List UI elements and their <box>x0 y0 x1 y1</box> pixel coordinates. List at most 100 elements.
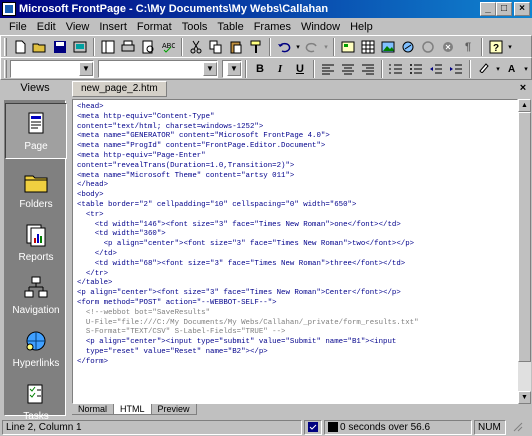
code-line[interactable]: <td width="68"><font size="3" face="Time… <box>77 260 513 270</box>
show-all-icon[interactable]: ¶ <box>458 38 478 56</box>
increase-indent-icon[interactable] <box>446 60 466 78</box>
open-folder-icon[interactable] <box>30 38 50 56</box>
code-line[interactable]: <body> <box>77 191 513 201</box>
code-line[interactable]: <table border="2" cellpadding="10" cells… <box>77 201 513 211</box>
code-line[interactable]: <p align="center"><input type="submit" v… <box>77 338 513 348</box>
publish-web-icon[interactable] <box>70 38 90 56</box>
format-painter-icon[interactable] <box>246 38 266 56</box>
html-code-editor[interactable]: <head> <meta http-equiv="Content-Type" con… <box>72 99 518 404</box>
toolbar-grip[interactable] <box>4 37 7 56</box>
highlight-dropdown-icon[interactable]: ▾ <box>494 60 502 78</box>
redo-dropdown-icon[interactable]: ▾ <box>322 38 330 56</box>
code-line[interactable]: <meta name="ProgId" content="FrontPage.E… <box>77 142 513 152</box>
chevron-down-icon[interactable]: ▼ <box>227 61 241 76</box>
save-icon[interactable] <box>50 38 70 56</box>
view-navigation[interactable]: Navigation <box>5 267 67 323</box>
code-line[interactable]: <meta http-equiv="Page-Enter" <box>77 152 513 162</box>
code-line[interactable]: <form method="POST" action="--WEBBOT-SEL… <box>77 299 513 309</box>
font-color-dropdown-icon[interactable]: ▾ <box>522 60 530 78</box>
document-tab[interactable]: new_page_2.htm <box>72 81 167 97</box>
code-line[interactable]: <td width="360"> <box>77 230 513 240</box>
maximize-button[interactable]: □ <box>496 2 512 16</box>
code-line[interactable]: </form> <box>77 358 513 368</box>
refresh-icon[interactable] <box>418 38 438 56</box>
code-line[interactable]: </head> <box>77 181 513 191</box>
underline-button[interactable]: U <box>290 60 310 78</box>
code-line[interactable]: </tr> <box>77 270 513 280</box>
menu-edit[interactable]: Edit <box>32 21 61 33</box>
menu-table[interactable]: Table <box>212 21 248 33</box>
tab-normal[interactable]: Normal <box>72 404 115 415</box>
scroll-down-icon[interactable]: ▼ <box>518 391 531 404</box>
help-dropdown-icon[interactable]: ▾ <box>506 38 514 56</box>
tab-html[interactable]: HTML <box>114 404 152 415</box>
code-line[interactable]: <meta http-equiv="Content-Type" <box>77 113 513 123</box>
copy-icon[interactable] <box>206 38 226 56</box>
menu-window[interactable]: Window <box>296 21 345 33</box>
code-line[interactable]: <p align="center"><font size="3" face="T… <box>77 289 513 299</box>
resize-grip[interactable] <box>508 420 524 435</box>
menu-tools[interactable]: Tools <box>177 21 213 33</box>
scroll-up-icon[interactable]: ▲ <box>518 99 531 112</box>
print-icon[interactable] <box>118 38 138 56</box>
code-line[interactable]: <tr> <box>77 211 513 221</box>
view-folders[interactable]: Folders <box>5 161 67 217</box>
folder-list-icon[interactable] <box>98 38 118 56</box>
menu-view[interactable]: View <box>61 21 95 33</box>
code-line[interactable]: <meta name="Microsoft Theme" content="ar… <box>77 172 513 182</box>
redo-icon[interactable] <box>302 38 322 56</box>
menu-file[interactable]: File <box>4 21 32 33</box>
bullets-icon[interactable] <box>406 60 426 78</box>
chevron-down-icon[interactable]: ▼ <box>79 61 93 76</box>
code-line[interactable]: content="revealTrans(Duration=1.0,Transi… <box>77 162 513 172</box>
code-line[interactable]: <meta name="GENERATOR" content="Microsof… <box>77 132 513 142</box>
code-line[interactable]: </td> <box>77 250 513 260</box>
undo-dropdown-icon[interactable]: ▾ <box>294 38 302 56</box>
paste-icon[interactable] <box>226 38 246 56</box>
close-document-icon[interactable]: × <box>516 82 530 96</box>
insert-component-icon[interactable] <box>338 38 358 56</box>
style-dropdown[interactable]: ▼ <box>10 59 94 78</box>
code-line[interactable]: <head> <box>77 103 513 113</box>
code-line[interactable]: content="text/html; charset=windows-1252… <box>77 123 513 133</box>
toolbar-grip[interactable] <box>4 59 7 78</box>
font-color-icon[interactable]: A <box>502 60 522 78</box>
code-line[interactable]: <td width="146"><font size="3" face="Tim… <box>77 221 513 231</box>
highlight-color-icon[interactable] <box>474 60 494 78</box>
font-dropdown[interactable]: ▼ <box>98 59 218 78</box>
code-line[interactable]: </table> <box>77 279 513 289</box>
code-line[interactable]: <p align="center"><font size="3" face="T… <box>77 240 513 250</box>
align-right-icon[interactable] <box>358 60 378 78</box>
code-line[interactable]: S-Format="TEXT/CSV" S-Label-Fields="TRUE… <box>77 328 513 338</box>
view-hyperlinks[interactable]: Hyperlinks <box>5 320 67 376</box>
tab-preview[interactable]: Preview <box>151 404 197 415</box>
italic-button[interactable]: I <box>270 60 290 78</box>
align-left-icon[interactable] <box>318 60 338 78</box>
code-line[interactable]: U-File="file:///C:/My Documents/My Webs/… <box>77 319 513 329</box>
stop-icon[interactable] <box>438 38 458 56</box>
chevron-down-icon[interactable]: ▼ <box>203 61 217 76</box>
numbering-icon[interactable] <box>386 60 406 78</box>
align-center-icon[interactable] <box>338 60 358 78</box>
insert-picture-icon[interactable] <box>378 38 398 56</box>
new-page-icon[interactable] <box>10 38 30 56</box>
font-size-dropdown[interactable]: ▼ <box>222 59 242 78</box>
decrease-indent-icon[interactable] <box>426 60 446 78</box>
vertical-scrollbar[interactable]: ▲ ▼ <box>518 99 531 404</box>
undo-icon[interactable] <box>274 38 294 56</box>
menu-insert[interactable]: Insert <box>94 21 132 33</box>
code-line[interactable]: type="reset" value="Reset" name="B2"></p… <box>77 348 513 358</box>
scrollbar-thumb[interactable] <box>518 112 531 362</box>
view-page[interactable]: Page <box>5 103 67 159</box>
view-reports[interactable]: Reports <box>5 214 67 270</box>
frontpage-app-icon[interactable] <box>2 2 16 16</box>
cut-icon[interactable] <box>186 38 206 56</box>
print-preview-icon[interactable] <box>138 38 158 56</box>
spelling-icon[interactable]: ABC <box>158 38 178 56</box>
help-icon[interactable]: ? <box>486 38 506 56</box>
code-text[interactable]: <head> <meta http-equiv="Content-Type" con… <box>73 100 517 371</box>
menu-format[interactable]: Format <box>132 21 177 33</box>
close-button[interactable]: × <box>514 2 530 16</box>
bold-button[interactable]: B <box>250 60 270 78</box>
minimize-button[interactable]: _ <box>480 2 496 16</box>
